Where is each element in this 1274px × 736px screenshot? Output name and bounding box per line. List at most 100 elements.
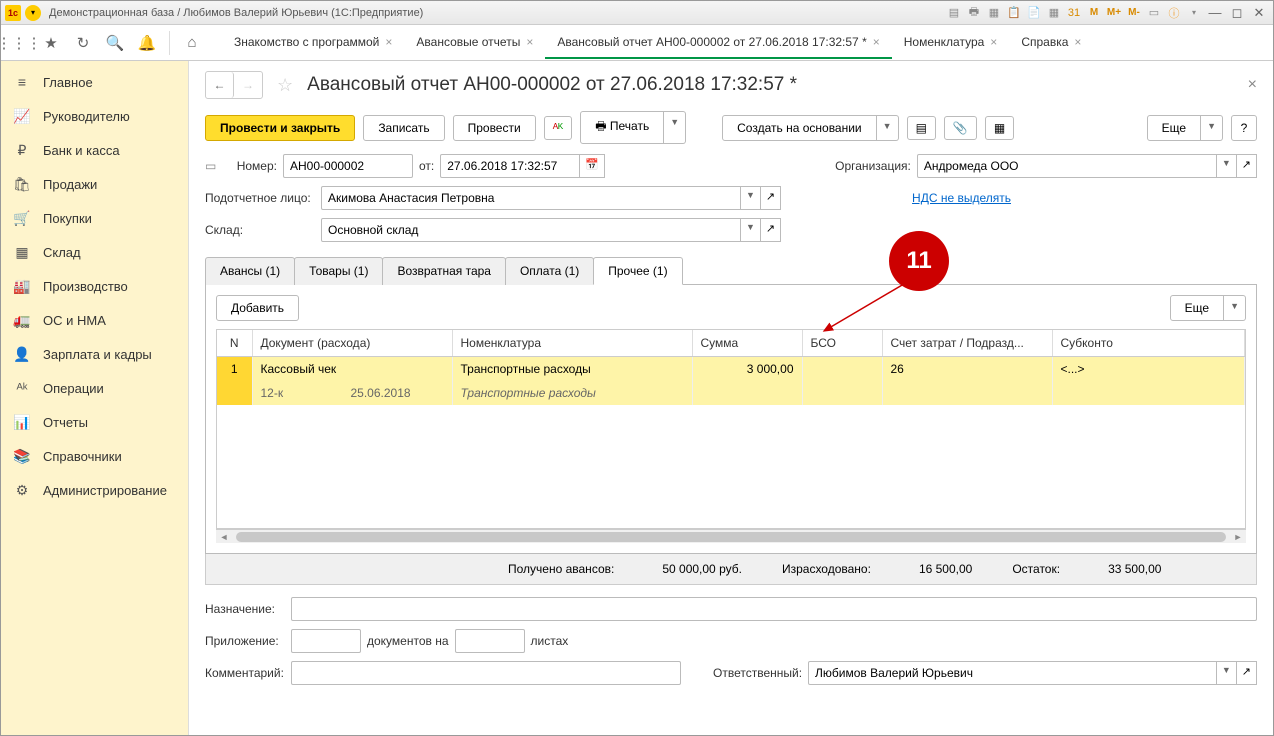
- more-button[interactable]: Еще: [1147, 115, 1201, 141]
- person-dropdown[interactable]: ▼: [741, 186, 761, 210]
- tab-nomenclature[interactable]: Номенклатура×: [892, 27, 1010, 59]
- tab-advances[interactable]: Авансы (1): [205, 257, 295, 285]
- tab-help[interactable]: Справка×: [1009, 27, 1093, 59]
- home-icon[interactable]: ⌂: [182, 33, 202, 53]
- calendar-icon[interactable]: 31: [1065, 4, 1083, 22]
- responsible-open[interactable]: ↗: [1237, 661, 1257, 685]
- action-icon-3[interactable]: ▦: [985, 116, 1014, 140]
- scroll-thumb[interactable]: [236, 532, 1226, 542]
- purpose-input[interactable]: [291, 597, 1257, 621]
- responsible-dropdown[interactable]: ▼: [1217, 661, 1237, 685]
- org-dropdown[interactable]: ▼: [1217, 154, 1237, 178]
- close-icon[interactable]: ×: [526, 35, 533, 49]
- col-doc[interactable]: Документ (расхода): [252, 330, 452, 357]
- scroll-right-icon[interactable]: ►: [1230, 530, 1246, 544]
- mem-mminus[interactable]: M-: [1125, 4, 1143, 22]
- tab-other[interactable]: Прочее (1): [593, 257, 682, 285]
- sidebar-item-operations[interactable]: ᴬᵏОперации: [1, 371, 188, 405]
- print-icon[interactable]: 🖶: [965, 4, 983, 22]
- sidebar-item-manager[interactable]: 📈Руководителю: [1, 99, 188, 133]
- tab-returnable[interactable]: Возвратная тара: [382, 257, 506, 285]
- maximize-button[interactable]: ◻: [1227, 5, 1247, 21]
- warehouse-input[interactable]: [321, 218, 741, 242]
- create-based-button[interactable]: Создать на основании: [722, 115, 877, 141]
- history-icon[interactable]: ↻: [73, 33, 93, 53]
- tab-intro[interactable]: Знакомство с программой×: [222, 27, 404, 59]
- warehouse-open[interactable]: ↗: [761, 218, 781, 242]
- col-n[interactable]: N: [217, 330, 252, 357]
- info-dd[interactable]: ▾: [1185, 4, 1203, 22]
- nav-back-button[interactable]: ←: [206, 72, 234, 98]
- col-nom[interactable]: Номенклатура: [452, 330, 692, 357]
- tb-icon-4[interactable]: 📋: [1005, 4, 1023, 22]
- post-button[interactable]: Провести: [453, 115, 536, 141]
- responsible-input[interactable]: [808, 661, 1217, 685]
- table-row-sub[interactable]: 12-к25.06.2018 Транспортные расходы: [217, 381, 1245, 405]
- org-open[interactable]: ↗: [1237, 154, 1257, 178]
- warehouse-dropdown[interactable]: ▼: [741, 218, 761, 242]
- save-button[interactable]: Записать: [363, 115, 444, 141]
- tb-icon-1[interactable]: ▤: [945, 4, 963, 22]
- sidebar-item-assets[interactable]: 🚛ОС и НМА: [1, 303, 188, 337]
- nds-link[interactable]: НДС не выделять: [912, 191, 1011, 205]
- print-dropdown[interactable]: ▼: [664, 111, 686, 144]
- favorite-icon[interactable]: ★: [41, 33, 61, 53]
- add-button[interactable]: Добавить: [216, 295, 299, 321]
- nav-forward-button[interactable]: →: [234, 72, 262, 98]
- col-sum[interactable]: Сумма: [692, 330, 802, 357]
- post-and-close-button[interactable]: Провести и закрыть: [205, 115, 355, 141]
- sheets-count-input[interactable]: [455, 629, 525, 653]
- bell-icon[interactable]: 🔔: [137, 33, 157, 53]
- person-open[interactable]: ↗: [761, 186, 781, 210]
- tab-goods[interactable]: Товары (1): [294, 257, 383, 285]
- sidebar-item-bank[interactable]: ₽Банк и касса: [1, 133, 188, 167]
- action-icon-1[interactable]: ▤: [907, 116, 936, 140]
- table-more-dropdown[interactable]: ▼: [1224, 295, 1246, 321]
- sidebar-item-admin[interactable]: ⚙Администрирование: [1, 473, 188, 507]
- favorite-star-icon[interactable]: ☆: [277, 75, 293, 96]
- sidebar-item-purchases[interactable]: 🛒Покупки: [1, 201, 188, 235]
- calendar-button[interactable]: 📅: [580, 154, 605, 178]
- sidebar-item-salary[interactable]: 👤Зарплата и кадры: [1, 337, 188, 371]
- sidebar-item-refs[interactable]: 📚Справочники: [1, 439, 188, 473]
- close-icon[interactable]: ×: [873, 35, 880, 49]
- close-icon[interactable]: ×: [990, 35, 997, 49]
- close-icon[interactable]: ×: [385, 35, 392, 49]
- tab-current-doc[interactable]: Авансовый отчет АН00-000002 от 27.06.201…: [545, 27, 891, 59]
- more-dropdown[interactable]: ▼: [1201, 115, 1223, 141]
- mem-m[interactable]: M: [1085, 4, 1103, 22]
- col-subk[interactable]: Субконто: [1052, 330, 1245, 357]
- docs-count-input[interactable]: [291, 629, 361, 653]
- close-icon[interactable]: ×: [1074, 35, 1081, 49]
- sidebar-item-warehouse[interactable]: ▦Склад: [1, 235, 188, 269]
- sidebar-item-reports[interactable]: 📊Отчеты: [1, 405, 188, 439]
- table-row[interactable]: 1 Кассовый чек Транспортные расходы 3 00…: [217, 357, 1245, 382]
- date-input[interactable]: [440, 154, 580, 178]
- comment-input[interactable]: [291, 661, 681, 685]
- sidebar-item-production[interactable]: 🏭Производство: [1, 269, 188, 303]
- close-document-button[interactable]: ×: [1248, 76, 1257, 94]
- mem-mplus[interactable]: M+: [1105, 4, 1123, 22]
- tb-icon-5[interactable]: 📄: [1025, 4, 1043, 22]
- horizontal-scrollbar[interactable]: ◄ ►: [216, 529, 1246, 543]
- print-button[interactable]: 🖶 Печать: [580, 111, 664, 144]
- tab-reports[interactable]: Авансовые отчеты×: [404, 27, 545, 59]
- calc-icon[interactable]: ▦: [1045, 4, 1063, 22]
- help-button[interactable]: ?: [1231, 115, 1257, 141]
- tb-icon-3[interactable]: ▦: [985, 4, 1003, 22]
- table-more-button[interactable]: Еще: [1170, 295, 1224, 321]
- tb-icon-10[interactable]: ▭: [1145, 4, 1163, 22]
- number-input[interactable]: [283, 154, 413, 178]
- info-icon[interactable]: ⓘ: [1165, 4, 1183, 22]
- sidebar-item-main[interactable]: ≡Главное: [1, 65, 188, 99]
- apps-icon[interactable]: ⋮⋮⋮: [9, 33, 29, 53]
- scroll-left-icon[interactable]: ◄: [216, 530, 232, 544]
- sidebar-item-sales[interactable]: 🛍Продажи: [1, 167, 188, 201]
- tab-payment[interactable]: Оплата (1): [505, 257, 594, 285]
- search-icon[interactable]: 🔍: [105, 33, 125, 53]
- org-input[interactable]: [917, 154, 1217, 178]
- app-menu-dropdown[interactable]: ▾: [25, 5, 41, 21]
- close-button[interactable]: ✕: [1249, 5, 1269, 21]
- dt-kt-button[interactable]: ᴬᴷ: [544, 116, 573, 140]
- attach-button[interactable]: 📎: [944, 116, 977, 140]
